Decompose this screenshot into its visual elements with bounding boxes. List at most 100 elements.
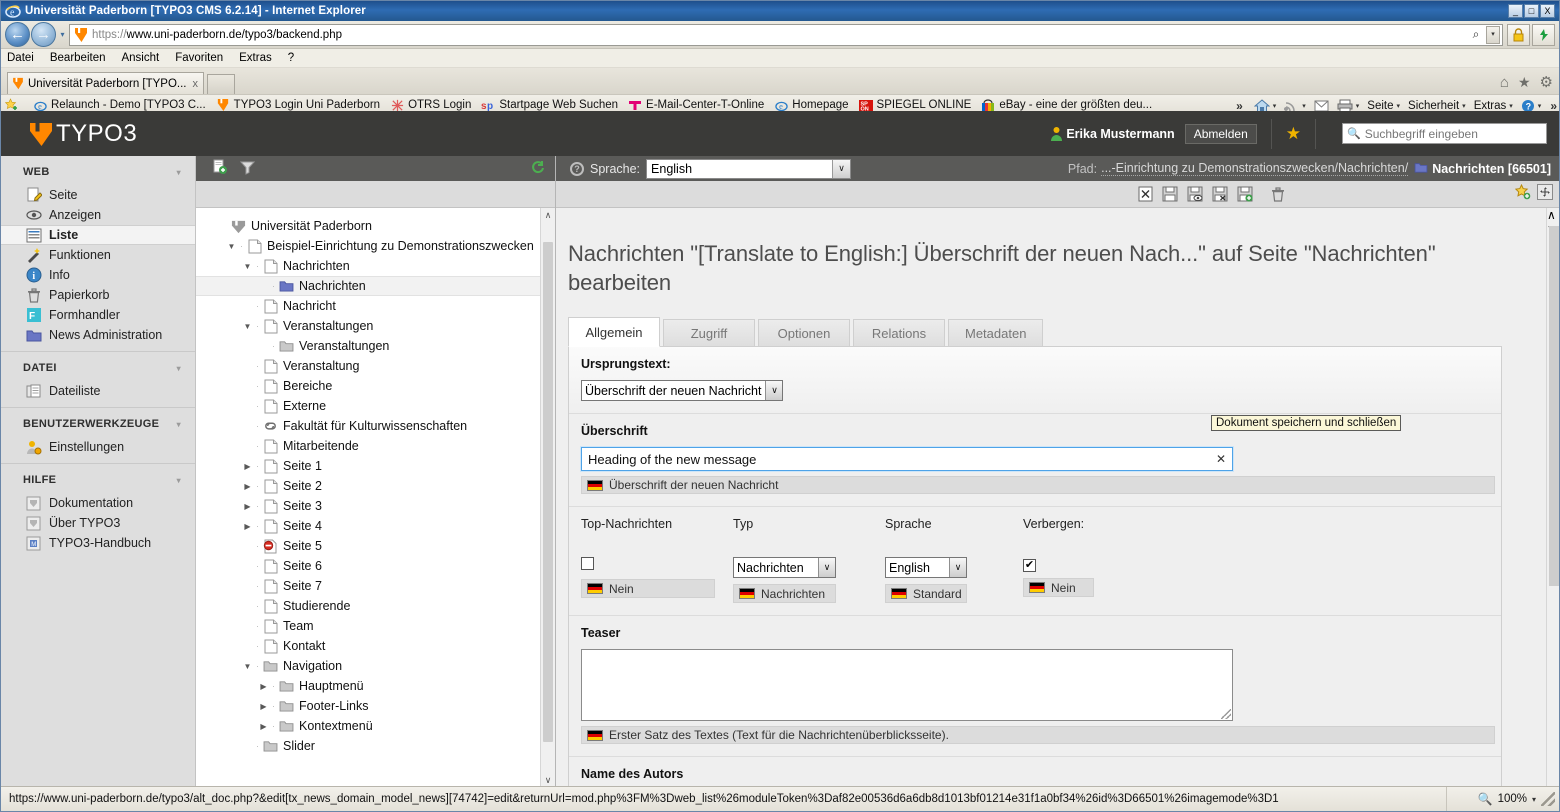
page-tree-node[interactable]: ▶ · Seite 2 xyxy=(210,476,555,496)
page-tree-node[interactable]: · Veranstaltungen xyxy=(210,336,555,356)
sidebar-item-ueber-typo3[interactable]: Über TYPO3 xyxy=(1,513,195,533)
expand-toggle-icon[interactable]: ▶ xyxy=(258,702,269,711)
sidebar-item-funktionen[interactable]: Funktionen xyxy=(1,245,195,265)
chevron-down-icon[interactable]: ▾ xyxy=(1302,102,1306,110)
chevron-down-icon[interactable]: ▾ xyxy=(1356,102,1360,110)
chevron-down-icon[interactable]: ▾ xyxy=(1397,102,1401,110)
expand-toggle-icon[interactable]: ▶ xyxy=(242,502,253,511)
sidebar-item-news-administration[interactable]: News Administration xyxy=(1,325,195,345)
favorites-add-icon[interactable] xyxy=(5,98,23,112)
expand-toggle-icon[interactable]: ▶ xyxy=(242,482,253,491)
resize-grip[interactable] xyxy=(1541,792,1555,806)
chevron-down-icon[interactable]: ∨ xyxy=(832,159,851,178)
ueberschrift-input[interactable]: Heading of the new message ✕ xyxy=(580,446,1234,473)
module-section-datei[interactable]: DATEI ▾ xyxy=(1,352,195,381)
menu-item-bearbeiten[interactable]: Bearbeiten xyxy=(50,52,106,64)
minimize-button[interactable]: _ xyxy=(1508,4,1523,18)
menu-item-ansicht[interactable]: Ansicht xyxy=(121,52,159,64)
page-tree-node[interactable]: ▶ · Kontextmenü xyxy=(210,716,555,736)
browser-tab[interactable]: Universität Paderborn [TYPO... x xyxy=(7,72,205,94)
favorite-item-tonline[interactable]: E-Mail-Center-T-Online xyxy=(628,98,764,112)
page-tree-node[interactable]: · Nachricht xyxy=(210,296,555,316)
add-bookmark-button[interactable] xyxy=(1514,183,1531,203)
maximize-button[interactable]: □ xyxy=(1524,4,1539,18)
chevron-down-icon[interactable]: ∨ xyxy=(818,558,835,578)
collapse-toggle-icon[interactable]: ▼ xyxy=(242,262,253,271)
clear-icon[interactable]: ✕ xyxy=(1216,452,1226,466)
chevron-down-icon[interactable]: ▾ xyxy=(1462,102,1466,110)
gear-icon[interactable]: ⚙ xyxy=(1540,73,1553,91)
star-icon[interactable]: ★ xyxy=(1286,124,1301,144)
collapse-toggle-icon[interactable]: ▼ xyxy=(242,322,253,331)
address-bar[interactable]: https://www.uni-paderborn.de/typo3/backe… xyxy=(69,23,1503,46)
page-tree-node[interactable]: · Studierende xyxy=(210,596,555,616)
refresh-icon[interactable] xyxy=(530,160,545,178)
favorite-item-startpage[interactable]: sp Startpage Web Suchen xyxy=(481,98,618,112)
ssl-lock-icon[interactable] xyxy=(1507,23,1530,46)
fullscreen-button[interactable] xyxy=(1537,184,1553,203)
sidebar-item-typo3-handbuch[interactable]: M TYPO3-Handbuch xyxy=(1,533,195,553)
expand-toggle-icon[interactable]: ▶ xyxy=(242,522,253,531)
page-tree-node[interactable]: ▶ · Footer-Links xyxy=(210,696,555,716)
chevron-down-icon[interactable]: ▾ xyxy=(1486,25,1500,44)
collapse-toggle-icon[interactable]: ▼ xyxy=(242,662,253,671)
chevron-down-icon[interactable]: ▾ xyxy=(177,476,181,485)
page-tree-node[interactable]: · Team xyxy=(210,616,555,636)
search-icon[interactable]: ⌕ xyxy=(1466,27,1486,42)
chevron-down-icon[interactable]: ∨ xyxy=(765,381,783,401)
module-section-hilfe[interactable]: HILFE ▾ xyxy=(1,464,195,493)
resize-handle[interactable] xyxy=(1221,709,1231,720)
expand-toggle-icon[interactable]: ▶ xyxy=(258,722,269,731)
top-nachrichten-checkbox[interactable] xyxy=(581,557,594,571)
new-tab-button[interactable] xyxy=(207,74,236,94)
page-tree-node[interactable]: ▼ · Nachrichten xyxy=(210,256,555,276)
refresh-button[interactable] xyxy=(1532,23,1555,46)
page-tree-node[interactable]: · Slider xyxy=(210,736,555,756)
page-tree-node[interactable]: ▶ · Hauptmenü xyxy=(210,676,555,696)
page-tree-node[interactable]: Universität Paderborn xyxy=(210,216,555,236)
page-tree-node[interactable]: ▼ · Beispiel-Einrichtung zu Demonstrations… xyxy=(210,236,555,256)
sprache-select[interactable]: English ∨ xyxy=(885,557,967,579)
favorite-item-spiegel[interactable]: SP ON SPIEGEL ONLINE xyxy=(858,98,971,112)
module-section-benutzerwerkzeuge[interactable]: BENUTZERWERKZEUGE ▾ xyxy=(1,408,195,437)
page-tree-node[interactable]: · Seite 7 xyxy=(210,576,555,596)
chevron-down-icon[interactable]: ▾ xyxy=(1509,102,1513,110)
page-tree-node[interactable]: ▼ · Veranstaltungen xyxy=(210,316,555,336)
page-tree-node[interactable]: · Kontakt xyxy=(210,636,555,656)
tab-optionen[interactable]: Optionen xyxy=(758,319,850,348)
close-tab-icon[interactable]: x xyxy=(193,78,199,90)
sidebar-item-info[interactable]: i Info xyxy=(1,265,195,285)
chevron-down-icon[interactable]: ▾ xyxy=(1273,102,1277,110)
menu-item-favoriten[interactable]: Favoriten xyxy=(175,52,223,64)
ursprungstext-select[interactable]: Überschrift der neuen Nachricht ∨ xyxy=(581,380,784,402)
favorite-item-relaunch[interactable]: e Relaunch - Demo [TYPO3 C... xyxy=(33,98,206,112)
page-tree-node[interactable]: ▶ · Seite 1 xyxy=(210,456,555,476)
chevron-down-icon[interactable]: ▾ xyxy=(1538,102,1542,110)
logout-button[interactable]: Abmelden xyxy=(1184,123,1257,144)
page-tree-node-selected[interactable]: · Nachrichten xyxy=(196,276,555,296)
sidebar-item-dokumentation[interactable]: Dokumentation xyxy=(1,493,195,513)
page-tree-node[interactable]: · Seite 6 xyxy=(210,556,555,576)
search-input[interactable]: 🔍 Suchbegriff eingeben xyxy=(1342,123,1547,144)
favorite-item-otrs[interactable]: OTRS Login xyxy=(390,98,471,112)
menu-item-extras[interactable]: Extras xyxy=(239,52,272,64)
tab-zugriff[interactable]: Zugriff xyxy=(663,319,755,348)
scrollbar-thumb[interactable] xyxy=(1549,226,1559,586)
page-tree-node[interactable]: · Seite 5 xyxy=(210,536,555,556)
scrollbar-thumb[interactable] xyxy=(543,242,553,742)
page-tree-node[interactable]: · Veranstaltung xyxy=(210,356,555,376)
save-and-view-button[interactable] xyxy=(1184,184,1206,204)
module-section-web[interactable]: WEB ▾ xyxy=(1,156,195,185)
content-scrollbar[interactable]: ∧ ∨ xyxy=(1546,208,1559,788)
save-document-button[interactable] xyxy=(1159,184,1181,204)
sidebar-item-anzeigen[interactable]: Anzeigen xyxy=(1,205,195,225)
menu-item-datei[interactable]: Datei xyxy=(7,52,34,64)
delete-document-button[interactable] xyxy=(1267,184,1289,204)
page-tree-node[interactable]: · Fakultät für Kulturwissenschaften xyxy=(210,416,555,436)
new-record-icon[interactable] xyxy=(212,159,228,178)
page-tree-node[interactable]: · Mitarbeitende xyxy=(210,436,555,456)
forward-button[interactable]: → xyxy=(31,22,56,47)
save-and-close-button[interactable] xyxy=(1209,184,1231,204)
typ-select[interactable]: Nachrichten ∨ xyxy=(733,557,836,579)
menu-item-help[interactable]: ? xyxy=(288,52,294,64)
